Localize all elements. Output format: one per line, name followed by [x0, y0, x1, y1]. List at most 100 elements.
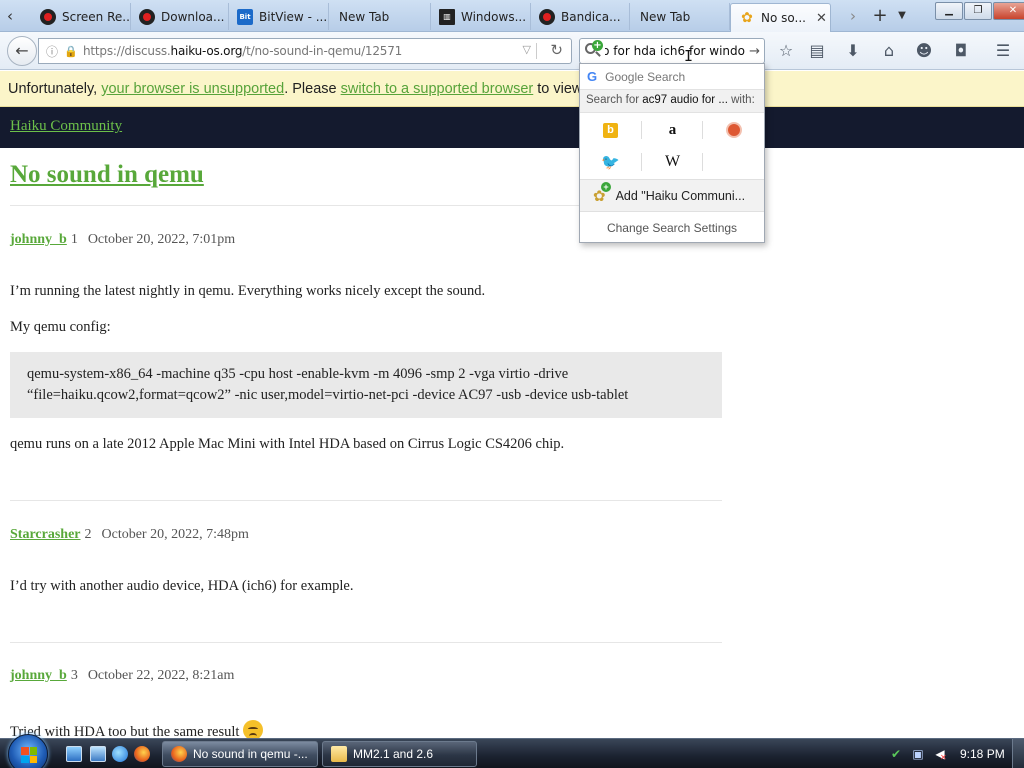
- taskbar-item-label: MM2.1 and 2.6: [353, 747, 434, 761]
- menu-icon[interactable]: ☰: [991, 40, 1015, 62]
- show-desktop-button[interactable]: [1012, 739, 1024, 768]
- site-info-icon[interactable]: ⓘ: [41, 43, 63, 60]
- post-date[interactable]: October 22, 2022, 8:21am: [88, 668, 235, 683]
- close-tab-icon[interactable]: ✕: [816, 11, 827, 26]
- post-number: 3: [70, 668, 78, 683]
- search-go-arrow-icon[interactable]: →: [749, 44, 760, 59]
- search-input[interactable]: [605, 44, 745, 58]
- start-button[interactable]: [8, 734, 48, 768]
- tab-scroll-left-icon[interactable]: ‹: [0, 3, 20, 29]
- tab-label: Screen Re...: [62, 9, 131, 24]
- topic-title[interactable]: No sound in qemu: [10, 161, 204, 189]
- lock-icon: 🔒: [64, 44, 78, 58]
- restore-button[interactable]: ❐: [964, 2, 992, 20]
- search-bar[interactable]: + →: [579, 38, 765, 64]
- google-search-row[interactable]: G Google Search: [580, 64, 764, 89]
- taskbar-item-firefox[interactable]: No sound in qemu -...: [162, 741, 318, 767]
- search-icon[interactable]: +: [583, 40, 605, 62]
- twitter-search-button[interactable]: 🐦: [580, 146, 641, 178]
- tab-label: Windows...: [461, 9, 527, 24]
- divider: [10, 500, 722, 501]
- reload-icon[interactable]: ↻: [550, 41, 563, 59]
- search-suggestions-popup: G Google Search Search for ac97 audio fo…: [579, 63, 765, 243]
- add-engine-label: Add "Haiku Communi...: [615, 188, 746, 203]
- internet-explorer-icon[interactable]: [112, 746, 128, 762]
- wikipedia-search-button[interactable]: W: [642, 146, 703, 178]
- switch-windows-icon[interactable]: [90, 746, 106, 762]
- post-author-link[interactable]: johnny_b: [10, 668, 67, 683]
- close-window-button[interactable]: ✕: [993, 2, 1024, 20]
- record-icon: [539, 8, 555, 25]
- clock[interactable]: 9:18 PM: [960, 747, 1005, 761]
- notice-text: Unfortunately,: [8, 81, 102, 97]
- duckduckgo-search-button[interactable]: [703, 114, 764, 146]
- tab-strip: ‹ Screen Re... Downloa... Bit BitView - …: [0, 0, 1024, 32]
- tab-scroll-right-icon[interactable]: ›: [843, 3, 863, 29]
- window-controls: ▁ ❐ ✕: [934, 2, 1024, 20]
- google-icon: G: [587, 69, 598, 84]
- taskbar: No sound in qemu -... MM2.1 and 2.6 ✔ ▣ …: [0, 734, 1024, 768]
- chat-icon[interactable]: ☻: [912, 40, 936, 62]
- bing-search-button[interactable]: b: [580, 114, 641, 146]
- url-separator: [536, 43, 537, 59]
- divider: [10, 642, 722, 643]
- pocket-icon[interactable]: ◘: [949, 40, 973, 62]
- tab-new-tab-2[interactable]: New Tab: [630, 3, 730, 30]
- firefox-icon[interactable]: [134, 746, 150, 762]
- tab-list-icon[interactable]: ▼: [893, 3, 911, 29]
- amazon-icon: a: [668, 121, 677, 138]
- code-line: qemu-system-x86_64 -machine q35 -cpu hos…: [27, 366, 569, 382]
- taskbar-item-folder[interactable]: MM2.1 and 2.6: [322, 741, 477, 767]
- volume-muted-icon[interactable]: ◀: [932, 746, 948, 766]
- star-icon[interactable]: ☆: [774, 40, 798, 62]
- network-icon[interactable]: ▣: [910, 746, 926, 762]
- tab-label: New Tab: [640, 9, 691, 24]
- windows-logo-icon: [21, 747, 37, 763]
- unsupported-browser-link[interactable]: your browser is unsupported: [101, 81, 284, 97]
- post-meta: johnny_b 3 October 22, 2022, 8:21am: [10, 668, 234, 684]
- engine-separator: [702, 153, 703, 171]
- post-number: 2: [84, 527, 92, 542]
- tab-label: BitView - ...: [259, 9, 328, 24]
- post-author-link[interactable]: johnny_b: [10, 232, 67, 247]
- address-bar[interactable]: ⓘ 🔒 https://discuss.haiku-os.org/t/no-so…: [38, 38, 572, 64]
- tab-screen-recorder[interactable]: Screen Re...: [32, 3, 131, 30]
- add-engine-icon: ✿: [593, 181, 611, 205]
- community-home-link[interactable]: Haiku Community: [10, 118, 122, 135]
- system-tray: ✔ ▣ ◀ 9:18 PM: [888, 739, 1005, 768]
- tab-label: Downloa...: [161, 9, 225, 24]
- text-cursor-icon: I: [684, 47, 694, 65]
- change-search-settings-button[interactable]: Change Search Settings: [580, 214, 764, 242]
- show-desktop-icon[interactable]: [66, 746, 82, 762]
- new-tab-icon[interactable]: +: [870, 3, 890, 29]
- home-icon[interactable]: ⌂: [877, 40, 901, 62]
- post-date[interactable]: October 20, 2022, 7:01pm: [88, 232, 235, 247]
- url-history-dropdown-icon[interactable]: ▽: [523, 43, 531, 56]
- tab-bitview[interactable]: Bit BitView - ...: [229, 3, 329, 30]
- minimize-button[interactable]: ▁: [935, 2, 963, 20]
- haiku-icon: ✿: [741, 10, 753, 26]
- add-search-engine-button[interactable]: ✿ Add "Haiku Communi...: [580, 179, 764, 212]
- record-icon: [40, 8, 56, 25]
- url-text[interactable]: https://discuss.haiku-os.org/t/no-sound-…: [83, 44, 402, 58]
- record-icon: [139, 8, 155, 25]
- tab-bandicam[interactable]: Bandica...: [531, 3, 630, 30]
- post-paragraph: qemu runs on a late 2012 Apple Mac Mini …: [10, 436, 565, 452]
- tab-new-tab-1[interactable]: New Tab: [329, 3, 431, 30]
- reading-list-icon[interactable]: ▤: [805, 40, 829, 62]
- wikipedia-icon: W: [664, 153, 681, 170]
- search-for-with-label: Search for ac97 audio for ... with:: [580, 89, 764, 113]
- tab-windows[interactable]: ▥ Windows...: [431, 3, 531, 30]
- google-search-label: Google Search: [605, 69, 686, 84]
- post-paragraph: I’d try with another audio device, HDA (…: [10, 578, 354, 594]
- tab-no-sound-in-qemu[interactable]: ✿ No so... ✕: [730, 3, 831, 32]
- download-icon[interactable]: ⬇: [841, 40, 865, 62]
- action-center-icon[interactable]: ✔: [888, 746, 904, 762]
- tab-download[interactable]: Downloa...: [131, 3, 229, 30]
- supported-browser-link[interactable]: switch to a supported browser: [341, 81, 534, 97]
- post-author-link[interactable]: Starcrasher: [10, 527, 81, 542]
- post-date[interactable]: October 20, 2022, 7:48pm: [102, 527, 249, 542]
- bing-icon: b: [603, 122, 618, 138]
- amazon-search-button[interactable]: a: [642, 114, 703, 146]
- back-button[interactable]: ←: [7, 36, 37, 66]
